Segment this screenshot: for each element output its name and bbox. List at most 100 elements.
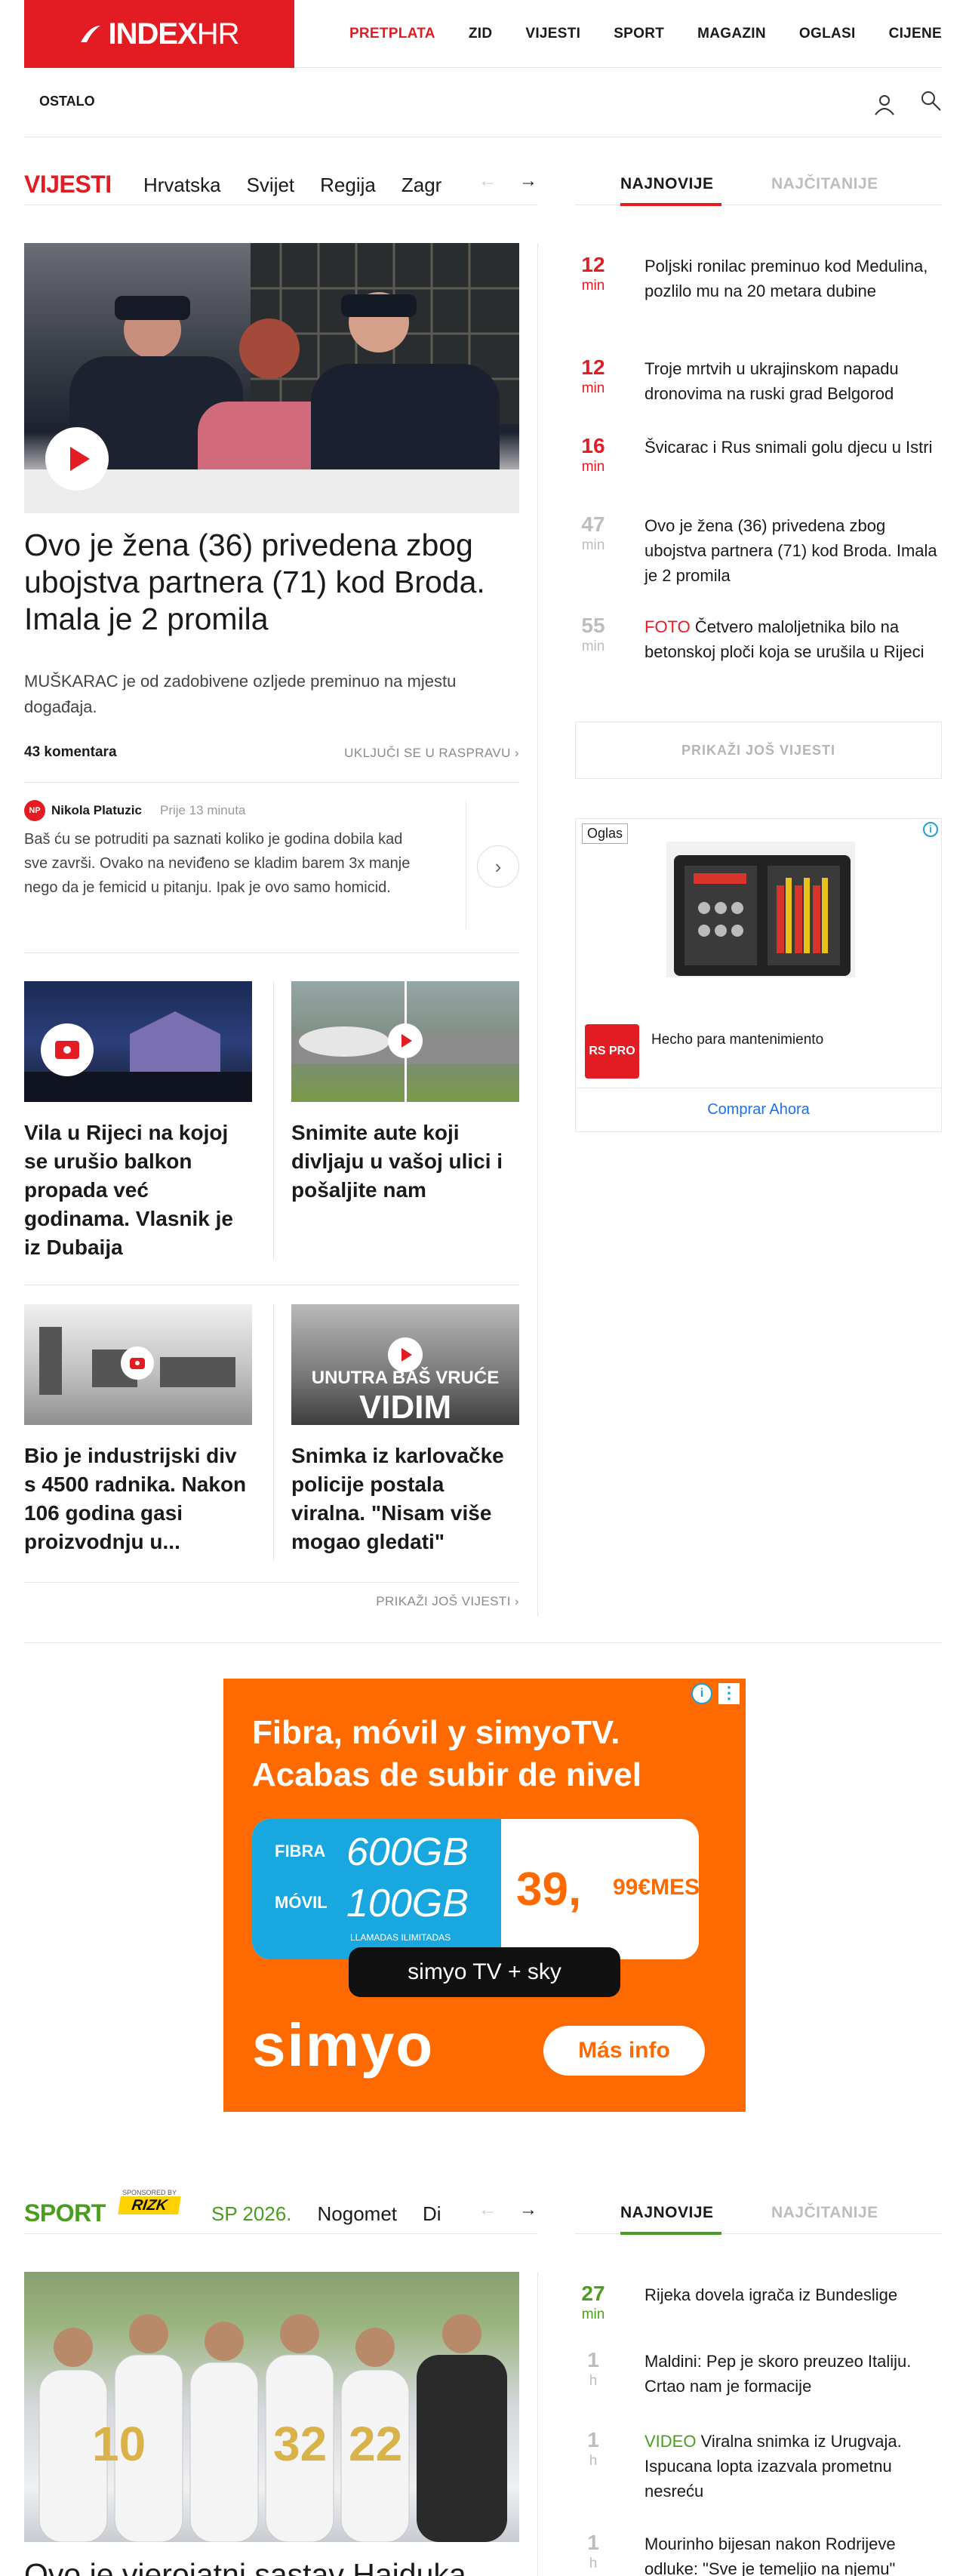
category-more[interactable]: Di xyxy=(423,2202,441,2226)
comment-text: Baš ću se potruditi pa saznati koliko je… xyxy=(24,831,411,896)
gallery-icon[interactable] xyxy=(121,1346,154,1380)
tab-najcitanije[interactable]: NAJČITANIJE xyxy=(771,175,878,193)
ad-box[interactable]: Oglas i RS PRO Hecho para mantenimiento … xyxy=(575,818,942,1132)
search-icon[interactable] xyxy=(919,89,942,112)
card-image xyxy=(24,981,252,1102)
list-item-title: Maldini: Pep je skoro preuzeo Italiju. C… xyxy=(645,2352,912,2396)
card-title: Bio je industrijski div s 4500 radnika. … xyxy=(24,1444,247,1553)
card-image xyxy=(24,1304,252,1425)
svg-text:10: 10 xyxy=(92,2417,146,2471)
nav-magazin[interactable]: MAGAZIN xyxy=(697,26,766,42)
card-overlay-text: VIDIM xyxy=(358,1389,452,1425)
sponsor-logo: RIZK xyxy=(118,2196,181,2214)
list-item-title: Troje mrtvih u ukrajinskom napadu dronov… xyxy=(645,359,899,403)
sport-lead-title[interactable]: Ovo je vjerojatni sastav Hajduka xyxy=(24,2557,466,2576)
avatar: NP xyxy=(24,800,45,821)
top-header: INDEX HR PRETPLATA ZID VIJESTI SPORT MAGA… xyxy=(24,0,942,68)
section-title-sport[interactable]: SPORT xyxy=(24,2199,106,2227)
lead-story-title[interactable]: Ovo je žena (36) privedena zbog ubojstva… xyxy=(24,527,522,638)
nav-vijesti[interactable]: VIJESTI xyxy=(525,26,580,42)
list-item-title: Rijeka dovela igrača iz Bundeslige xyxy=(645,2285,898,2304)
gallery-icon[interactable] xyxy=(41,1023,94,1076)
list-item-time: 47 xyxy=(581,512,605,536)
arrow-right-icon[interactable]: → xyxy=(519,2199,537,2221)
list-item-time: 12 xyxy=(581,355,605,379)
nav-pretplata[interactable]: PRETPLATA xyxy=(349,26,435,42)
news-card[interactable]: Vila u Rijeci na kojoj se urušio balkon … xyxy=(24,981,252,1262)
list-item-unit: h xyxy=(589,2453,598,2469)
banner-headline-line2: Acabas de subir de nivel xyxy=(252,1756,641,1793)
column-divider xyxy=(537,2272,538,2576)
divider xyxy=(273,1304,274,1561)
category-regija[interactable]: Regija xyxy=(320,174,376,197)
list-item-title: Švicarac i Rus snimali golu djecu u Istr… xyxy=(645,438,933,457)
card-image: UNUTRA BAŠ VRUĆE VIDIM xyxy=(291,1304,519,1425)
comment-author[interactable]: Nikola Platuzic xyxy=(51,803,142,818)
sport-section-header: SPORT SP 2026. Nogomet Di ← → xyxy=(24,2189,537,2234)
category-zagreb[interactable]: Zagr xyxy=(401,174,441,197)
vijesti-section-header: VIJESTI Hrvatska Svijet Regija Zagr ← → xyxy=(24,160,537,205)
site-logo[interactable]: INDEX HR xyxy=(24,0,294,68)
ad-info-icon[interactable]: i xyxy=(923,822,938,837)
svg-text:22: 22 xyxy=(349,2417,402,2471)
more-news-button[interactable]: PRIKAŽI JOŠ VIJESTI xyxy=(575,722,942,779)
list-item-title: Mourinho bijesan nakon Rodrijeve odluke:… xyxy=(645,2534,896,2576)
nav-zid[interactable]: ZID xyxy=(469,26,493,42)
sport-photo-illustration: 10 32 22 xyxy=(38,2314,507,2542)
news-card[interactable]: Snimite aute koji divljaju u vašoj ulici… xyxy=(291,981,519,1205)
banner-ad[interactable]: i ⋮ Fibra, móvil y simyoTV. Acabas de sub… xyxy=(223,1679,746,2112)
card-title: Snimite aute koji divljaju u vašoj ulici… xyxy=(291,1121,503,1202)
ad-toolcase-image xyxy=(674,855,851,976)
tab-najnovije[interactable]: NAJNOVIJE xyxy=(620,2204,714,2222)
lead-story-image[interactable] xyxy=(24,243,519,513)
banner-more-info-button[interactable]: Más info xyxy=(543,2026,705,2076)
list-item-unit: min xyxy=(581,2307,605,2322)
category-nogomet[interactable]: Nogomet xyxy=(318,2202,398,2226)
more-news-link[interactable]: PRIKAŽI JOŠ VIJESTI › xyxy=(376,1594,519,1609)
list-item-time: 27 xyxy=(581,2282,605,2305)
nav-sport[interactable]: SPORT xyxy=(614,26,664,42)
news-card[interactable]: UNUTRA BAŠ VRUĆE VIDIM Snimka iz karlova… xyxy=(291,1304,519,1556)
sponsor-badge[interactable]: SPONSORED BY RIZK xyxy=(118,2189,186,2216)
banner-movil-value: 100GB xyxy=(346,1882,469,1925)
ad-label: Oglas xyxy=(582,823,629,844)
ad-info-icon[interactable]: i xyxy=(691,1683,712,1704)
category-hrvatska[interactable]: Hrvatska xyxy=(143,174,221,197)
list-item-time: 1 xyxy=(587,2531,599,2554)
card-title: Vila u Rijeci na kojoj se urušio balkon … xyxy=(24,1121,233,1259)
ad-cta-button[interactable]: Comprar Ahora xyxy=(576,1088,941,1131)
nav-oglasi[interactable]: OGLASI xyxy=(799,26,856,42)
join-discussion-link[interactable]: UKLJUČI SE U RASPRAVU › xyxy=(344,746,519,761)
list-item-tag: FOTO xyxy=(645,617,691,636)
list-item-title: FOTO Četvero maloljetnika bilo na betons… xyxy=(645,614,942,664)
category-sp-2026[interactable]: SP 2026. xyxy=(211,2202,292,2226)
chevron-right-icon[interactable]: › xyxy=(477,845,519,888)
section-title-vijesti[interactable]: VIJESTI xyxy=(24,171,112,199)
sponsored-by-label: SPONSORED BY xyxy=(122,2189,177,2196)
sport-lead-image[interactable]: 10 32 22 xyxy=(24,2272,519,2542)
category-svijet[interactable]: Svijet xyxy=(247,174,295,197)
tab-active-indicator xyxy=(620,203,721,206)
nav-cijene[interactable]: CIJENE xyxy=(889,26,942,42)
arrow-left-icon[interactable]: ← xyxy=(478,171,497,192)
play-video-icon[interactable] xyxy=(388,1023,423,1058)
tab-najcitanije[interactable]: NAJČITANIJE xyxy=(771,2204,878,2222)
list-item-time: 12 xyxy=(581,253,605,276)
arrow-right-icon[interactable]: → xyxy=(519,171,537,192)
banner-partner-pill: simyo TV + sky xyxy=(349,1947,620,1997)
banner-offer: FIBRA 600GB MÓVIL 100GB LLAMADAS ILIMITA… xyxy=(252,1819,699,1959)
toolcase-illustration xyxy=(685,866,840,965)
news-card[interactable]: Bio je industrijski div s 4500 radnika. … xyxy=(24,1304,252,1556)
user-icon[interactable] xyxy=(872,92,897,116)
sub-nav: OSTALO xyxy=(24,68,942,137)
tab-najnovije[interactable]: NAJNOVIJE xyxy=(620,175,714,193)
arrow-left-icon[interactable]: ← xyxy=(478,2199,497,2221)
section-divider xyxy=(24,1642,942,1643)
play-video-icon[interactable] xyxy=(45,427,109,491)
comments-count[interactable]: 43 komentara xyxy=(24,744,117,761)
category-arrows: ← → xyxy=(478,171,537,192)
nav-ostalo[interactable]: OSTALO xyxy=(39,94,95,109)
ad-menu-icon[interactable]: ⋮ xyxy=(718,1683,740,1704)
sport-categories: SP 2026. Nogomet Di xyxy=(211,2202,453,2226)
banner-headline: Fibra, móvil y simyoTV. Acabas de subir d… xyxy=(252,1712,641,1796)
